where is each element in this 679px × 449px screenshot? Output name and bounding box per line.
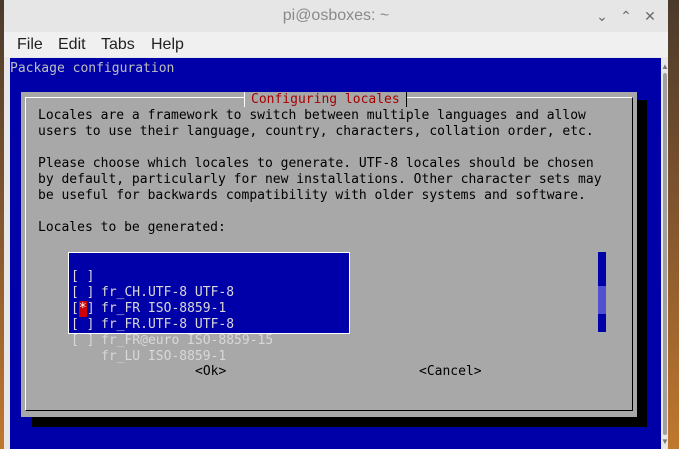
locale-item[interactable]: [ ] fr_CH.UTF-8 UTF-8 xyxy=(69,253,349,300)
package-configuration-header: Package configuration xyxy=(10,61,175,76)
menu-bar: File Edit Tabs Help xyxy=(4,32,668,57)
description-line: users to use their language, country, ch… xyxy=(38,124,594,139)
window-title: pi@osboxes: ~ xyxy=(282,7,390,24)
locale-item[interactable]: [ ] fr_LU ISO-8859-1 xyxy=(69,317,349,364)
instruction-line: be useful for backwards compatibility wi… xyxy=(38,188,586,203)
scroll-up-icon[interactable]: ▲ xyxy=(660,62,670,71)
menu-tabs[interactable]: Tabs xyxy=(101,36,135,54)
terminal-scrollbar-thumb[interactable] xyxy=(663,73,667,435)
cancel-button[interactable]: <Cancel> xyxy=(419,364,482,379)
scroll-down-icon[interactable]: ▼ xyxy=(660,437,670,446)
ok-button[interactable]: <Ok> xyxy=(195,364,226,379)
instruction-line: Please choose which locales to generate.… xyxy=(38,156,594,171)
locale-list[interactable]: [ ] fr_CH.UTF-8 UTF-8 [ ] fr_FR ISO-8859… xyxy=(68,252,350,364)
list-scroll-thumb[interactable] xyxy=(598,286,606,314)
dialog-title: Configuring locales xyxy=(244,92,407,107)
menu-file[interactable]: File xyxy=(17,36,43,54)
title-bar[interactable]: pi@osboxes: ~ ⌄ ⌃ ✕ xyxy=(4,0,668,32)
description-line: Locales are a framework to switch betwee… xyxy=(38,108,586,123)
locales-dialog: Configuring locales Locales are a framew… xyxy=(21,92,637,417)
instruction-line: by default, particularly for new install… xyxy=(38,172,602,187)
locales-prompt: Locales to be generated: xyxy=(38,220,226,235)
menu-edit[interactable]: Edit xyxy=(58,36,86,54)
minimize-icon[interactable]: ⌄ xyxy=(592,6,612,26)
locale-checkbox[interactable]: [ ] xyxy=(71,333,94,349)
terminal-area[interactable]: Package configuration Configuring locale… xyxy=(10,58,661,449)
terminal-window: pi@osboxes: ~ ⌄ ⌃ ✕ File Edit Tabs Help … xyxy=(4,0,670,449)
close-icon[interactable]: ✕ xyxy=(640,6,660,26)
locale-label: fr_LU ISO-8859-1 xyxy=(101,349,227,364)
locale-item-selected[interactable]: [*] fr_FR.UTF-8 UTF-8 xyxy=(69,285,349,332)
maximize-icon[interactable]: ⌃ xyxy=(616,6,636,26)
menu-help[interactable]: Help xyxy=(151,36,184,54)
locale-item[interactable]: [ ] fr_FR ISO-8859-1 xyxy=(69,269,349,316)
locale-item[interactable]: [ ] fr_FR@euro ISO-8859-15 xyxy=(69,301,349,348)
